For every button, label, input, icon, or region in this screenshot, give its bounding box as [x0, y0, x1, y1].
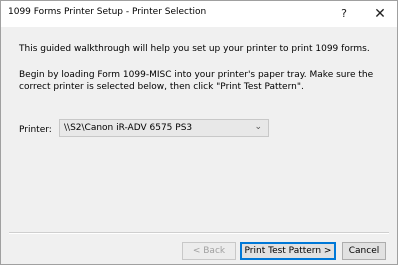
printer-select[interactable]: \\S2\Canon iR-ADV 6575 PS3 ⌄ [59, 119, 269, 137]
instruction-text: Begin by loading Form 1099-MISC into you… [19, 70, 374, 92]
print-test-pattern-button[interactable]: Print Test Pattern > [240, 242, 336, 260]
cancel-button[interactable]: Cancel [342, 242, 386, 260]
dialog-window: 1099 Forms Printer Setup - Printer Selec… [0, 0, 398, 265]
divider [9, 232, 389, 234]
chevron-down-icon: ⌄ [254, 122, 262, 132]
title-bar: 1099 Forms Printer Setup - Printer Selec… [1, 1, 397, 27]
intro-text: This guided walkthrough will help you se… [19, 44, 370, 54]
window-title: 1099 Forms Printer Setup - Printer Selec… [8, 7, 207, 17]
printer-select-value: \\S2\Canon iR-ADV 6575 PS3 [64, 123, 193, 133]
close-icon[interactable]: ✕ [363, 1, 397, 27]
help-icon[interactable]: ? [327, 1, 361, 27]
back-button[interactable]: < Back [182, 242, 236, 260]
dialog-content: This guided walkthrough will help you se… [1, 27, 397, 264]
printer-label: Printer: [19, 125, 52, 135]
